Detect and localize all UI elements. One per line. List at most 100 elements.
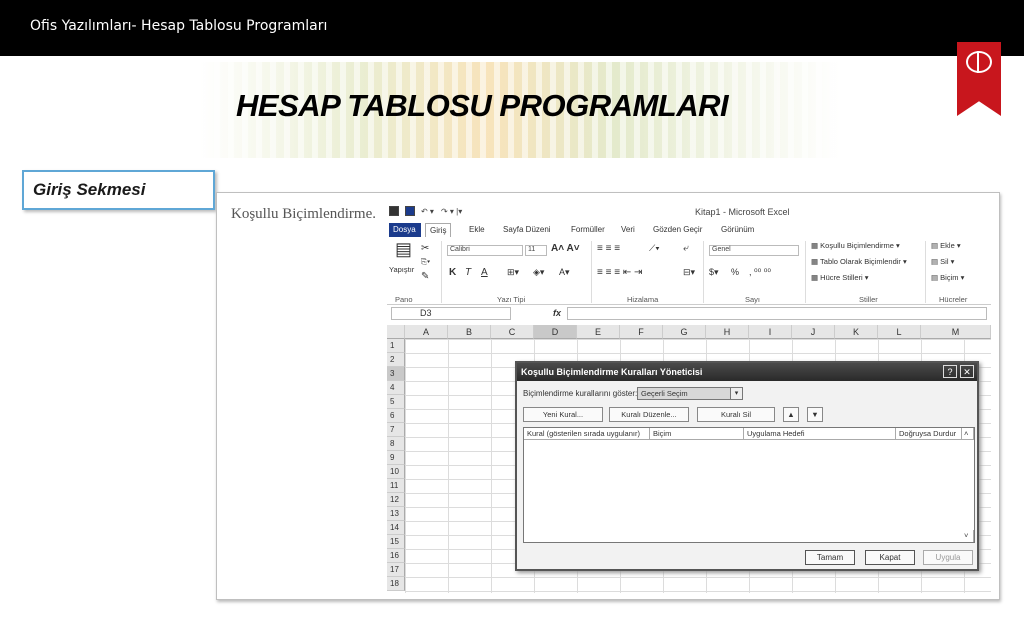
underline-button[interactable]: A [481, 267, 488, 278]
font-color-icon[interactable]: A▾ [559, 267, 570, 278]
conditional-formatting-button[interactable]: ▦ Koşullu Biçimlendirme ▾ [811, 241, 900, 250]
tab-data[interactable]: Veri [617, 223, 639, 237]
row-header[interactable]: 18 [387, 577, 405, 591]
rules-column-applies-to: Uygulama Hedefi [744, 428, 896, 440]
row-header[interactable]: 11 [387, 479, 405, 493]
row-header[interactable]: 2 [387, 353, 405, 367]
row-header[interactable]: 13 [387, 507, 405, 521]
edit-rule-button[interactable]: Kuralı Düzenle... [609, 407, 689, 422]
bold-button[interactable]: K [449, 267, 456, 278]
cut-icon[interactable]: ✂ [421, 243, 429, 254]
ribbon-tabs: Dosya Giriş Ekle Sayfa Düzeni Formüller … [387, 221, 991, 237]
tab-home[interactable]: Giriş [425, 223, 452, 237]
scroll-down-icon[interactable]: ˅ [962, 530, 974, 542]
chevron-down-icon: ▾ [730, 388, 742, 399]
cell-styles-label: Hücre Stilleri [820, 273, 863, 282]
merge-icon[interactable]: ⊟▾ [683, 267, 695, 278]
scroll-up-icon[interactable]: ˄ [962, 428, 974, 440]
tab-insert[interactable]: Ekle [465, 223, 489, 237]
row-header[interactable]: 10 [387, 465, 405, 479]
row-header[interactable]: 1 [387, 339, 405, 353]
fill-color-icon[interactable]: ◈▾ [533, 267, 544, 278]
format-painter-icon[interactable]: ✎ [421, 271, 429, 282]
column-header[interactable]: F [620, 325, 663, 339]
row-header[interactable]: 6 [387, 409, 405, 423]
align-top-icon[interactable]: ≡ ≡ ≡ [597, 243, 620, 254]
ok-button[interactable]: Tamam [805, 550, 855, 565]
name-box[interactable]: D3 [391, 307, 511, 320]
insert-function-button[interactable]: fx [553, 308, 561, 318]
close-button[interactable]: Kapat [865, 550, 915, 565]
border-icon[interactable]: ⊞▾ [507, 267, 519, 278]
delete-rule-button[interactable]: Kuralı Sil [697, 407, 775, 422]
align-left-icon[interactable]: ≡ ≡ ≡ ⇤ ⇥ [597, 267, 642, 278]
rules-column-stop-if-true: Doğruysa Durdur [896, 428, 962, 440]
show-rules-select[interactable]: Geçerli Seçim ▾ [637, 387, 743, 400]
column-header[interactable]: L [878, 325, 921, 339]
font-name-combo[interactable]: Calibri [447, 245, 523, 256]
wrap-text-icon[interactable]: ⤶ [683, 243, 689, 254]
group-label-clipboard: Pano [395, 295, 413, 304]
column-header[interactable]: A [405, 325, 448, 339]
row-header[interactable]: 12 [387, 493, 405, 507]
caption-text: Koşullu Biçimlendirme. [231, 206, 376, 222]
move-up-button[interactable]: ▲ [783, 407, 799, 422]
dialog-close-icon[interactable]: ✕ [960, 365, 974, 378]
paste-button[interactable]: Yapıştır [389, 265, 414, 274]
insert-cells-button[interactable]: ▤ Ekle ▾ [931, 241, 961, 250]
currency-icon[interactable]: $▾ [709, 267, 719, 278]
dialog-help-button[interactable]: ? [943, 365, 957, 378]
new-rule-button[interactable]: Yeni Kural... [523, 407, 603, 422]
move-down-button[interactable]: ▼ [807, 407, 823, 422]
dialog-title: Koşullu Biçimlendirme Kuralları Yönetici… [517, 363, 977, 381]
cell-styles-button[interactable]: ▦ Hücre Stilleri ▾ [811, 273, 869, 282]
number-format-combo[interactable]: Genel [709, 245, 799, 256]
column-header[interactable]: J [792, 325, 835, 339]
tab-view[interactable]: Görünüm [717, 223, 758, 237]
apply-button[interactable]: Uygula [923, 550, 973, 565]
undo-icon[interactable]: ↶ ▾ [421, 207, 434, 216]
redo-icon[interactable]: ↷ ▾ |▾ [441, 207, 462, 216]
decimal-icon[interactable]: , ⁰⁰ ⁰⁰ [749, 267, 771, 278]
format-cells-button[interactable]: ▤ Biçim ▾ [931, 273, 964, 282]
column-header[interactable]: M [921, 325, 991, 339]
tab-page-layout[interactable]: Sayfa Düzeni [499, 223, 555, 237]
row-header[interactable]: 16 [387, 549, 405, 563]
copy-icon[interactable]: ⎘▾ [421, 257, 430, 267]
column-header[interactable]: E [577, 325, 620, 339]
orientation-icon[interactable]: ⟋▾ [649, 243, 660, 254]
tab-formulas[interactable]: Formüller [567, 223, 609, 237]
slide-header-title: Ofis Yazılımları- Hesap Tablosu Programl… [30, 18, 328, 34]
row-header-selected[interactable]: 3 [387, 367, 405, 381]
italic-button[interactable]: T [465, 267, 471, 278]
column-header-selected[interactable]: D [534, 325, 577, 339]
row-header[interactable]: 8 [387, 437, 405, 451]
column-header[interactable]: K [835, 325, 878, 339]
rules-table[interactable]: Kural (gösterilen sırada uygulanır) Biçi… [523, 427, 975, 543]
tab-review[interactable]: Gözden Geçir [649, 223, 706, 237]
format-cells-label: Biçim [940, 273, 959, 282]
row-header[interactable]: 14 [387, 521, 405, 535]
tab-file[interactable]: Dosya [389, 223, 421, 237]
save-icon[interactable] [405, 206, 415, 216]
font-size-combo[interactable]: 11 [525, 245, 547, 256]
excel-app-icon[interactable] [389, 206, 399, 216]
grow-font-icon[interactable]: A˄ A˅ [551, 243, 580, 254]
paste-icon[interactable]: ▤ [395, 239, 412, 260]
column-header[interactable]: H [706, 325, 749, 339]
column-header[interactable]: G [663, 325, 706, 339]
row-header[interactable]: 4 [387, 381, 405, 395]
select-all-corner[interactable] [387, 325, 405, 339]
column-header[interactable]: C [491, 325, 534, 339]
row-header[interactable]: 7 [387, 423, 405, 437]
column-header[interactable]: I [749, 325, 792, 339]
formula-input[interactable] [567, 307, 987, 320]
row-header[interactable]: 5 [387, 395, 405, 409]
row-header[interactable]: 17 [387, 563, 405, 577]
format-as-table-button[interactable]: ▦ Tablo Olarak Biçimlendir ▾ [811, 257, 907, 266]
column-header[interactable]: B [448, 325, 491, 339]
delete-cells-button[interactable]: ▤ Sil ▾ [931, 257, 954, 266]
row-header[interactable]: 15 [387, 535, 405, 549]
row-header[interactable]: 9 [387, 451, 405, 465]
percent-button[interactable]: % [731, 267, 739, 277]
